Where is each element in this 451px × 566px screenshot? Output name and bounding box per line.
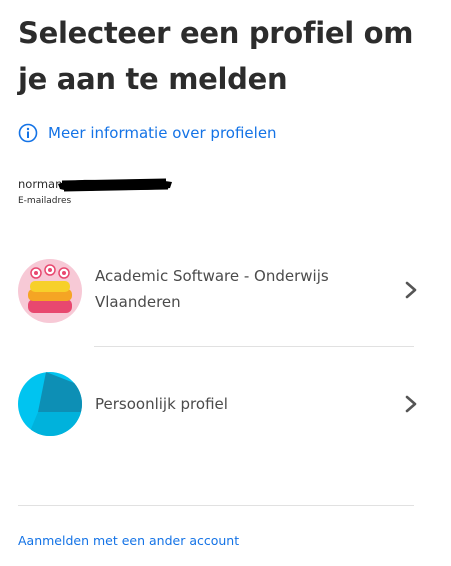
more-info-profiles-link[interactable]: Meer informatie over profielen xyxy=(18,123,277,143)
profile-item-personal[interactable]: Persoonlijk profiel xyxy=(0,372,451,436)
more-info-label: Meer informatie over profielen xyxy=(48,124,277,142)
divider xyxy=(94,346,414,347)
account-info: norman E-mailadres xyxy=(18,176,174,206)
chevron-right-icon xyxy=(405,395,417,413)
email-label: E-mailadres xyxy=(18,196,72,206)
profile-label-academic: Academic Software - Onderwijs Vlaanderen xyxy=(95,267,329,311)
info-icon xyxy=(18,123,38,143)
chevron-right-icon xyxy=(405,281,417,299)
divider xyxy=(18,505,414,506)
profile-label-personal: Persoonlijk profiel xyxy=(95,395,228,413)
profile-item-academic[interactable]: Academic Software - Onderwijs Vlaanderen xyxy=(0,258,451,324)
sign-in-other-account-link[interactable]: Aanmelden met een ander account xyxy=(18,533,239,548)
page-title: Selecteer een profiel om je aan te melde… xyxy=(18,16,414,96)
personal-profile-avatar xyxy=(18,372,82,436)
redaction-scribble xyxy=(58,178,173,192)
cake-monster-avatar xyxy=(18,259,82,323)
